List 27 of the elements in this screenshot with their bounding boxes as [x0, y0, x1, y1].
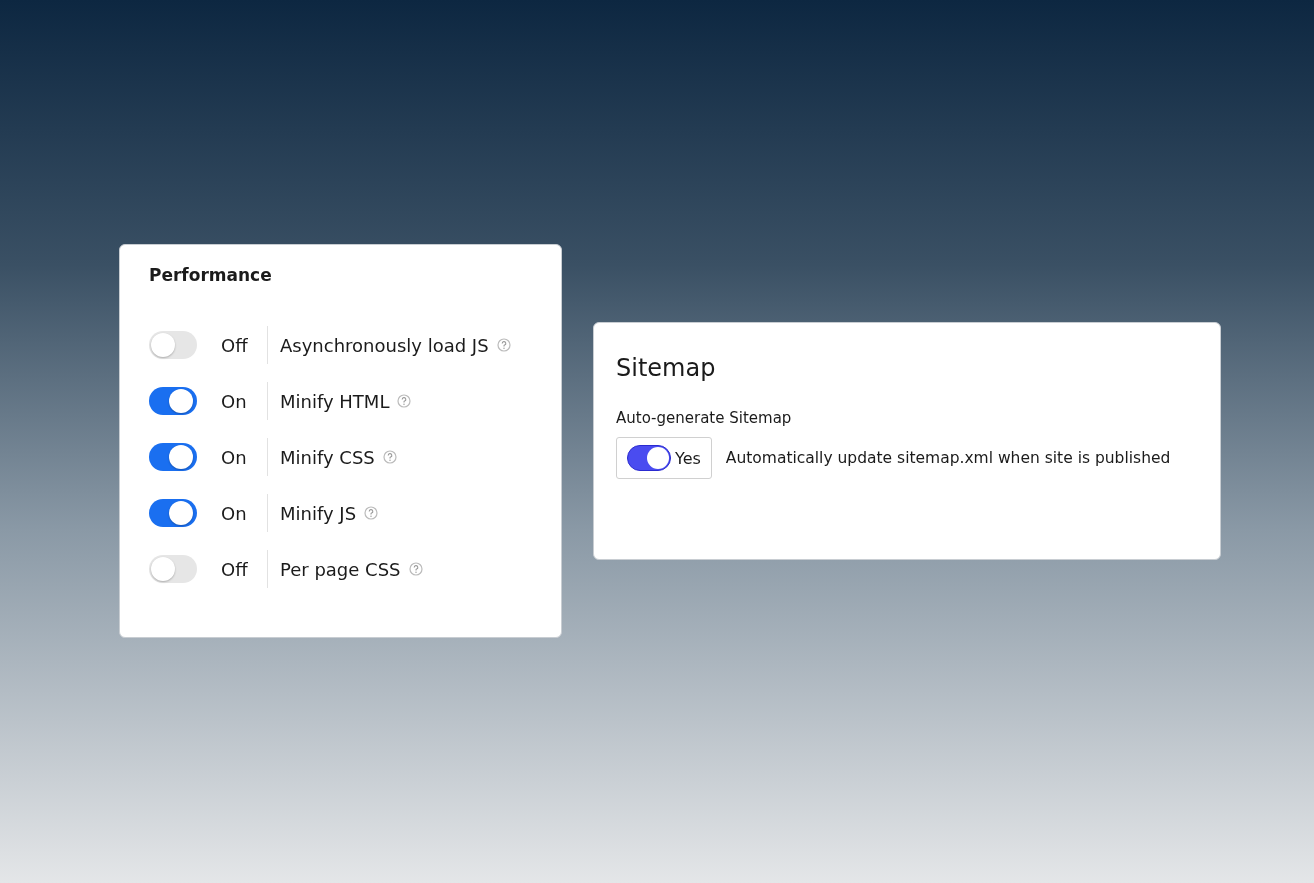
help-icon[interactable] — [408, 562, 423, 576]
toggle-label: Yes — [675, 448, 701, 468]
toggle-switch[interactable] — [149, 387, 197, 415]
toggle-status: Off — [221, 334, 249, 356]
setting-label: Asynchronously load JS — [280, 334, 489, 356]
setting-label: Minify JS — [280, 502, 357, 524]
toggle-status: On — [221, 390, 248, 412]
toggle-switch[interactable] — [149, 331, 197, 359]
toggle-status: Off — [221, 558, 249, 580]
help-icon[interactable] — [496, 338, 511, 352]
field-label: Auto-generate Sitemap — [616, 409, 793, 427]
toggle-switch[interactable] — [149, 499, 197, 527]
help-icon[interactable] — [364, 506, 379, 520]
card-title: Performance — [149, 264, 273, 287]
help-icon[interactable] — [382, 450, 397, 464]
setting-label: Per page CSS — [280, 558, 401, 580]
toggle-switch[interactable] — [627, 445, 671, 471]
help-icon[interactable] — [397, 394, 412, 408]
toggle-status: On — [221, 446, 248, 468]
field-description: Automatically update sitemap.xml when site is published — [725, 449, 1171, 467]
toggle-switch[interactable] — [149, 443, 197, 471]
setting-label: Minify HTML — [280, 390, 390, 412]
toggle-status: On — [221, 502, 248, 524]
toggle-switch[interactable] — [149, 555, 197, 583]
card-title: Sitemap — [616, 353, 717, 383]
setting-label: Minify CSS — [280, 446, 375, 468]
toggle-field[interactable]: Yes — [616, 437, 712, 479]
